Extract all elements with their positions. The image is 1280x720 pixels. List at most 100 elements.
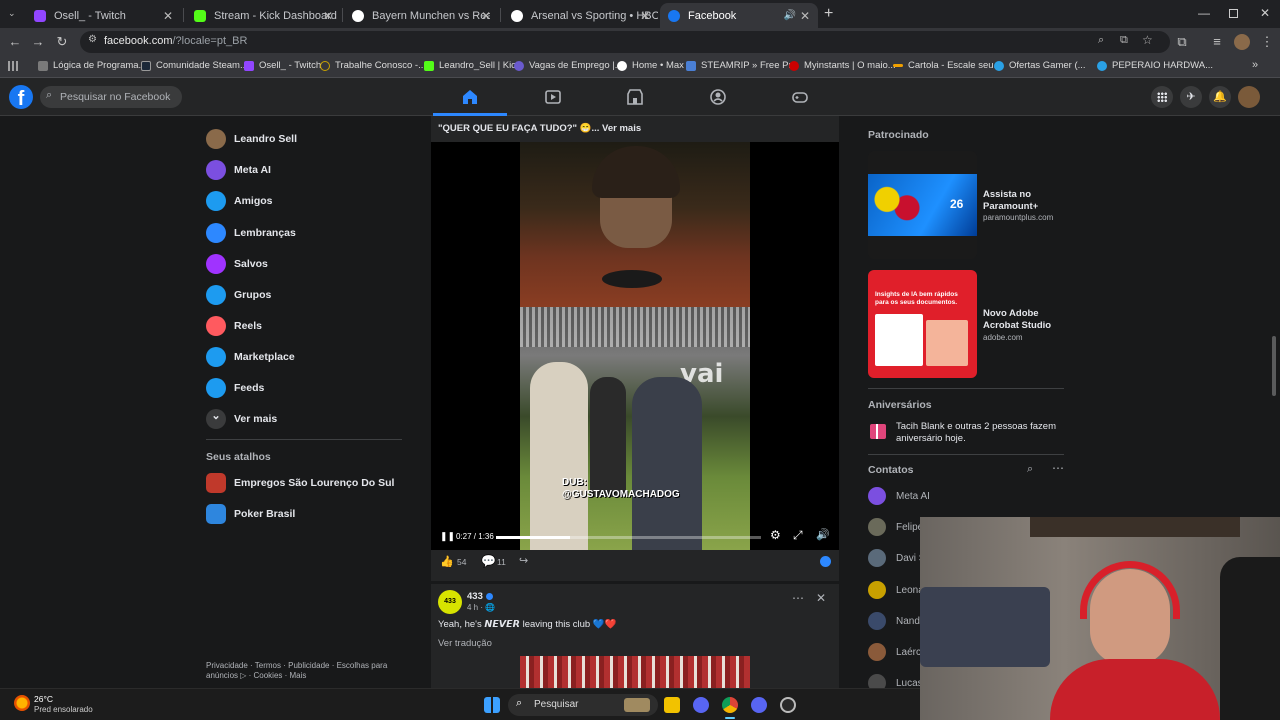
shortcut-item[interactable]: Empregos São Lourenço Do Sul [206, 472, 394, 494]
gaming-icon[interactable] [791, 88, 809, 106]
file-explorer-icon[interactable] [664, 697, 680, 713]
site-settings-icon[interactable]: ⚙ [88, 34, 97, 45]
zoom-icon[interactable]: ⌕ [1098, 34, 1104, 47]
progress-track[interactable] [496, 536, 761, 539]
close-icon[interactable]: ✕ [800, 9, 810, 23]
shortcut-item[interactable]: Poker Brasil [206, 503, 295, 525]
bookmark[interactable]: Comunidade Steam... [141, 60, 248, 71]
close-icon[interactable]: ✕ [323, 9, 333, 23]
bookmark[interactable]: Cartola - Escale seu... [893, 60, 1001, 71]
contact-item[interactable]: Laérc [868, 642, 921, 662]
account-avatar[interactable] [1238, 86, 1260, 108]
sidebar-item-profile[interactable]: Leandro Sell [206, 128, 297, 150]
bookmark[interactable]: Osell_ - Twitch [244, 60, 321, 71]
video-player[interactable]: vai DUB: @GUSTAVOMACHADOG ❚❚ 0:27 / 1:36… [431, 142, 839, 550]
speaker-icon[interactable]: 🔊 [784, 10, 796, 21]
search-input[interactable]: ⌕ Pesquisar no Facebook [40, 86, 182, 108]
ad-image-adobe[interactable]: Insights de IA bem rápidos para os seus … [868, 270, 977, 378]
ad-image-paramount[interactable]: 26 [868, 151, 977, 259]
tab-bayern[interactable]: Bayern Munchen vs Real Madri ✕ [344, 3, 499, 28]
birthday-text[interactable]: Tacih Blank e outras 2 pessoas fazem ani… [896, 421, 1056, 445]
bookmark[interactable]: Ofertas Gamer (... [994, 60, 1086, 71]
sidebar-item-feeds[interactable]: Feeds [206, 377, 264, 399]
media-icon[interactable]: ≡ [1208, 33, 1226, 51]
post-more-icon[interactable]: ⋯ [792, 591, 804, 605]
contact-item[interactable]: Meta AI [868, 486, 930, 506]
contact-item[interactable]: Felipe [868, 517, 923, 537]
menu-icon[interactable]: ⋮ [1258, 33, 1276, 51]
settings-gear-icon[interactable]: ⚙ [770, 528, 781, 542]
sidebar-item-memories[interactable]: Lembranças [206, 222, 296, 244]
forward-button[interactable]: → [29, 33, 47, 51]
tab-kick[interactable]: Stream - Kick Dashboard ✕ [186, 3, 341, 28]
page-avatar[interactable]: 433 [438, 590, 462, 614]
profile-avatar[interactable] [1234, 34, 1250, 50]
close-window-button[interactable]: ✕ [1260, 6, 1270, 20]
menu-grid-button[interactable] [1151, 86, 1173, 108]
notifications-button[interactable]: 🔔 [1209, 86, 1231, 108]
apps-grid-icon[interactable] [8, 61, 18, 71]
more-bookmarks-icon[interactable]: » [1252, 59, 1258, 71]
bookmark[interactable]: Vagas de Emprego |... [514, 60, 623, 71]
omnibox[interactable]: ⚙ facebook.com/?locale=pt_BR ⌕ ⧉ ☆ [80, 31, 1170, 53]
tab-facebook[interactable]: Facebook 🔊 ✕ [660, 3, 818, 28]
bookmark[interactable]: Home • Max [617, 60, 684, 71]
tab-arsenal[interactable]: Arsenal vs Sporting • HBO Max ✕ [503, 3, 658, 28]
reload-button[interactable]: ↻ [53, 33, 71, 51]
tab-search-icon[interactable]: ⌄ [8, 8, 16, 19]
contacts-search-icon[interactable]: ⌕ [1027, 463, 1033, 476]
bookmark[interactable]: Myinstants | O maio... [789, 60, 896, 71]
close-icon[interactable]: ✕ [163, 9, 173, 23]
groups-icon[interactable] [709, 88, 727, 106]
comment-icon[interactable]: 💬 [481, 554, 496, 568]
contact-item[interactable]: Leona [868, 580, 924, 600]
post-caption[interactable]: "QUER QUE EU FAÇA TUDO?" 😁... Ver mais [438, 123, 641, 134]
home-icon[interactable] [461, 88, 479, 106]
chrome-icon[interactable] [722, 697, 738, 713]
ad-title[interactable]: Assista no Paramount+ [983, 189, 1063, 213]
ad-title[interactable]: Novo Adobe Acrobat Studio [983, 308, 1063, 332]
close-icon[interactable]: ✕ [640, 9, 650, 23]
back-button[interactable]: ← [6, 33, 24, 51]
post-meta[interactable]: 4 h · 🌐 [467, 603, 495, 612]
sidebar-item-meta-ai[interactable]: Meta AI [206, 159, 271, 181]
marketplace-icon[interactable] [626, 88, 644, 106]
contact-item[interactable]: Davi S [868, 548, 925, 568]
fullscreen-icon[interactable]: ⤢ [793, 528, 803, 543]
contact-item[interactable]: Nand [868, 611, 920, 631]
restore-button[interactable] [1229, 9, 1238, 18]
video-icon[interactable] [544, 88, 562, 106]
share-icon[interactable]: ↪ [519, 554, 528, 567]
messenger-button[interactable]: ✈ [1180, 86, 1202, 108]
page-scrollbar[interactable] [1272, 336, 1276, 396]
obs-icon[interactable] [780, 697, 796, 713]
sidebar-item-groups[interactable]: Grupos [206, 284, 271, 306]
taskbar-search[interactable]: ⌕ Pesquisar [508, 694, 658, 716]
extensions-icon[interactable]: ⧉ [1173, 33, 1191, 51]
post-close-icon[interactable]: ✕ [816, 591, 826, 605]
minimize-button[interactable]: — [1198, 6, 1210, 20]
sidebar-item-reels[interactable]: Reels [206, 315, 262, 337]
windows-start-icon[interactable] [484, 697, 500, 713]
translate-link[interactable]: Ver tradução [438, 638, 492, 649]
weather-icon[interactable] [14, 695, 30, 711]
volume-icon[interactable]: 🔊 [816, 528, 830, 541]
url-text[interactable]: facebook.com/?locale=pt_BR [104, 35, 247, 47]
sidebar-item-friends[interactable]: Amigos [206, 190, 273, 212]
footer-links[interactable]: Privacidade · Termos · Publicidade · Esc… [206, 661, 387, 681]
like-icon[interactable]: 👍 [440, 555, 454, 568]
bookmark[interactable]: STEAMRIP » Free Pr... [686, 60, 799, 71]
new-tab-button[interactable]: + [824, 5, 833, 23]
post-author[interactable]: 433 [467, 591, 483, 602]
sidebar-item-marketplace[interactable]: Marketplace [206, 346, 295, 368]
sidebar-item-saved[interactable]: Salvos [206, 253, 268, 275]
pause-button[interactable]: ❚❚ [440, 531, 455, 542]
discord-icon[interactable] [693, 697, 709, 713]
discord-ptb-icon[interactable] [751, 697, 767, 713]
install-icon[interactable]: ⧉ [1120, 34, 1128, 47]
bookmark[interactable]: Lógica de Programa... [38, 60, 146, 71]
close-icon[interactable]: ✕ [481, 9, 491, 23]
facebook-logo-icon[interactable]: f [9, 85, 33, 110]
bookmark[interactable]: Trabalhe Conosco -... [320, 60, 426, 71]
tab-twitch[interactable]: Osell_ - Twitch ✕ [26, 3, 181, 28]
